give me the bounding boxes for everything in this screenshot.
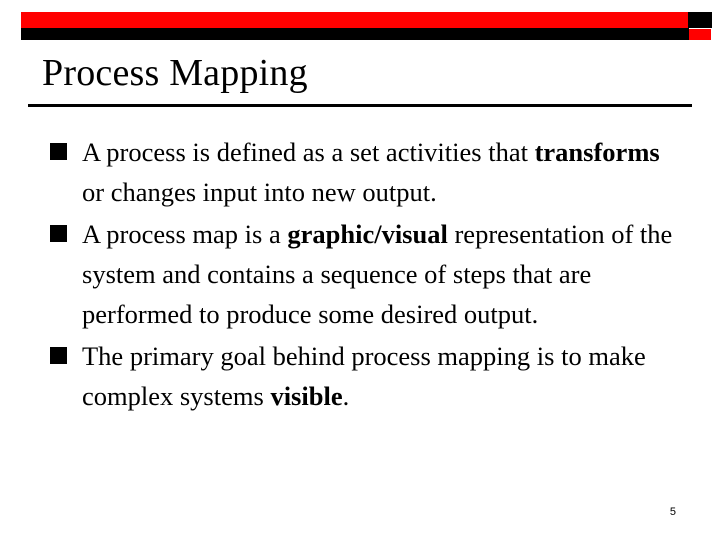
header-black-cap-icon xyxy=(688,12,712,28)
list-item-text: A process map is a graphic/visual repres… xyxy=(82,219,673,329)
list-item-text: The primary goal behind process mapping … xyxy=(82,341,646,411)
square-bullet-icon xyxy=(50,347,67,364)
list-item-text: A process is defined as a set activities… xyxy=(82,137,660,207)
page-title: Process Mapping xyxy=(42,52,308,94)
header-black-bar-icon xyxy=(21,28,688,40)
list-item: A process map is a graphic/visual repres… xyxy=(44,214,684,334)
square-bullet-icon xyxy=(50,225,67,242)
square-bullet-icon xyxy=(50,143,67,160)
page-number: 5 xyxy=(669,506,676,518)
title-divider xyxy=(28,104,692,107)
header-red-square-icon xyxy=(689,29,711,40)
header-red-bar-icon xyxy=(21,12,688,28)
list-item: The primary goal behind process mapping … xyxy=(44,336,684,416)
list-item: A process is defined as a set activities… xyxy=(44,132,684,212)
slide-canvas: Process Mapping A process is defined as … xyxy=(0,0,720,540)
bullet-list: A process is defined as a set activities… xyxy=(44,132,684,418)
